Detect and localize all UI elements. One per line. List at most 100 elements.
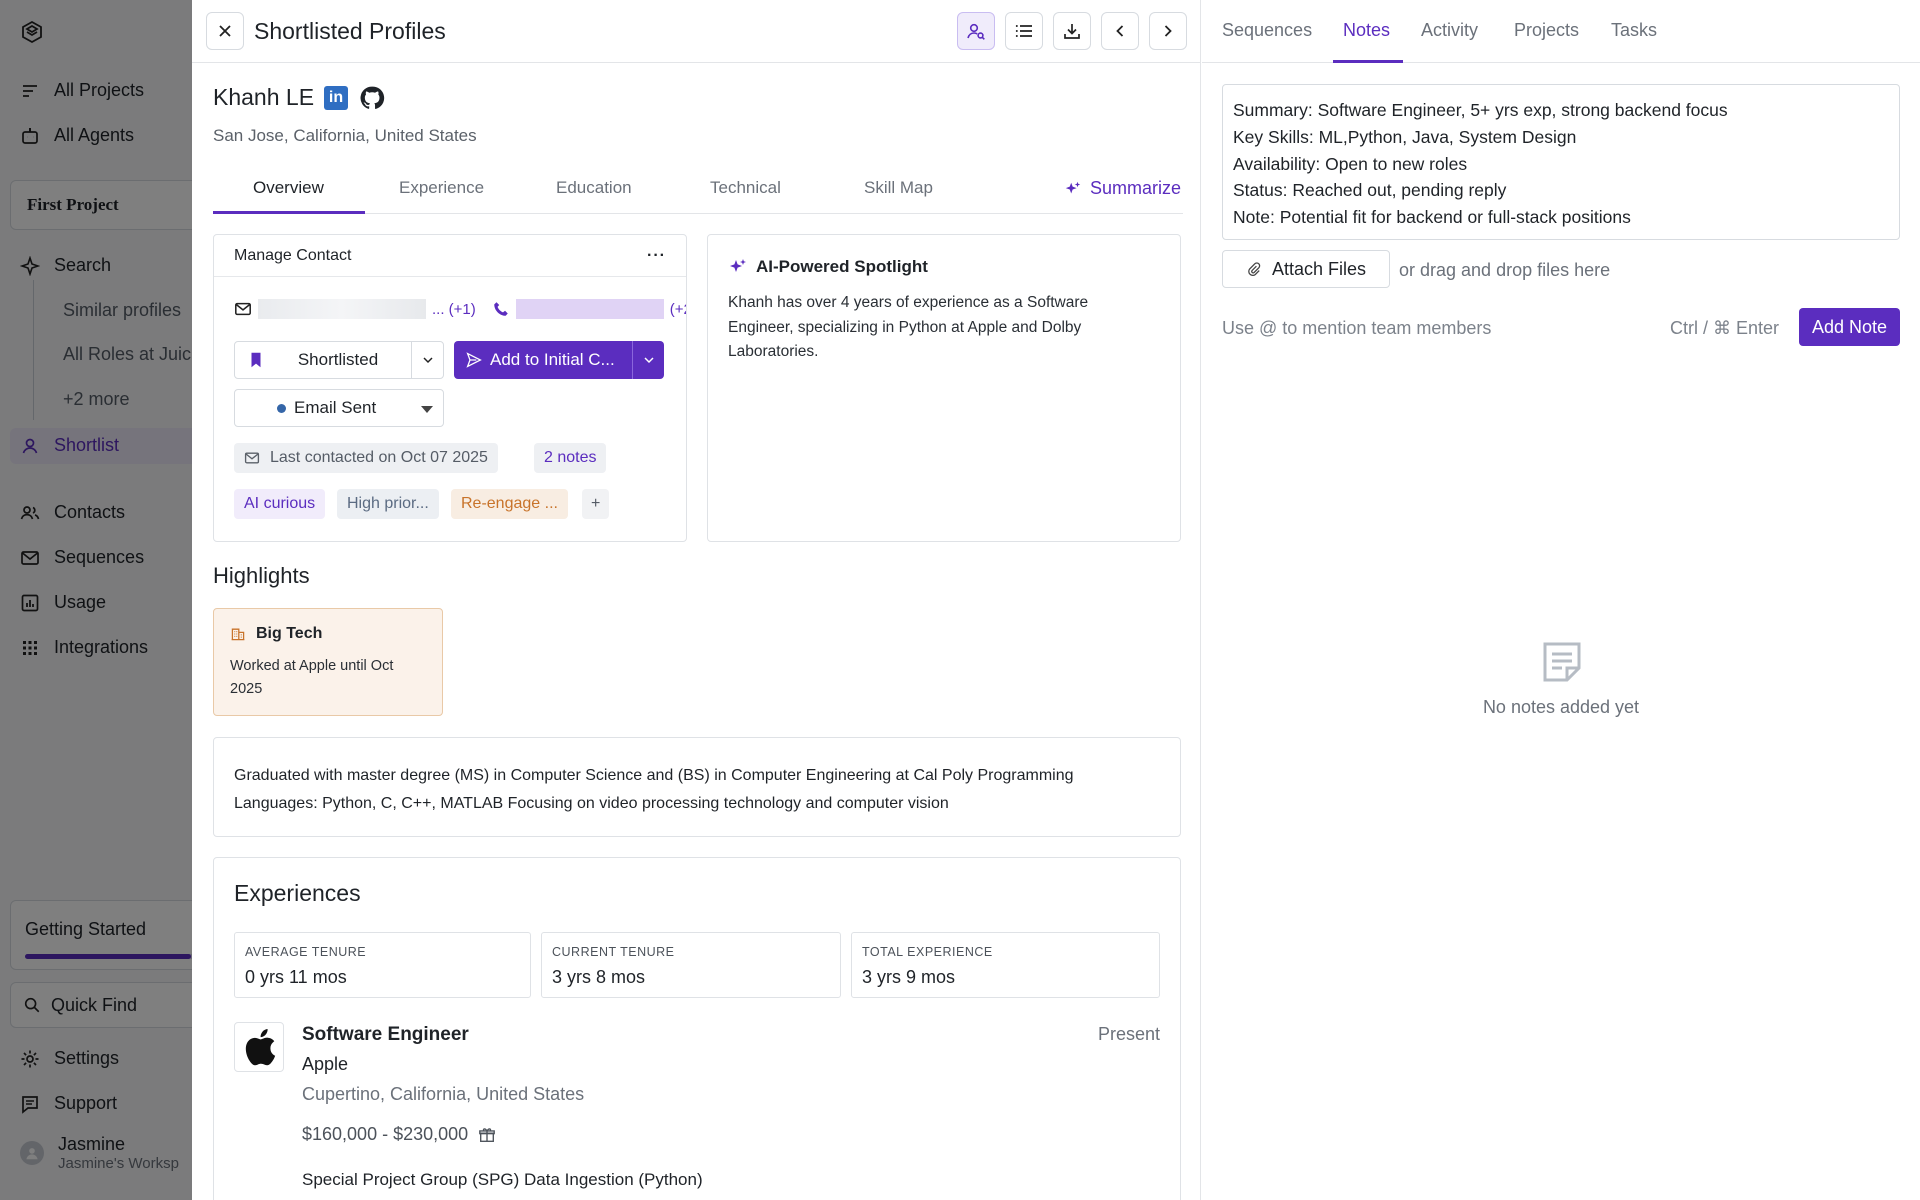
attach-files-button[interactable]: Attach Files [1222, 250, 1390, 288]
email-status-select[interactable]: Email Sent [234, 389, 444, 427]
candidate-location: San Jose, California, United States [213, 126, 477, 145]
download-button[interactable] [1053, 12, 1091, 50]
tab-education[interactable]: Education [556, 178, 632, 198]
linkedin-icon[interactable]: in [324, 86, 348, 110]
highlight-card-text: Worked at Apple until Oct 2025 [230, 658, 394, 697]
chevron-down-icon[interactable] [411, 342, 443, 378]
add-to-sequence-main[interactable]: Add to Initial C... [454, 350, 632, 370]
shortlist-status-label: Shortlisted [297, 350, 379, 369]
note-line: Status: Reached out, pending reply [1233, 180, 1507, 201]
active-tab-indicator [1333, 60, 1403, 63]
experiences-card: Experiences AVERAGE TENURE 0 yrs 11 mos … [213, 857, 1181, 1200]
stat-value: 0 yrs 11 mos [245, 967, 347, 987]
email-status-label: Email Sent [294, 398, 377, 417]
stat-value: 3 yrs 9 mos [862, 967, 956, 987]
add-note-button[interactable]: Add Note [1799, 308, 1900, 346]
profile-tabs: Overview Experience Education Technical … [213, 170, 1183, 214]
mention-input[interactable]: Use @ to mention team members [1222, 318, 1491, 339]
gift-icon [479, 1127, 496, 1142]
phone-icon [494, 302, 508, 316]
building-icon [231, 628, 245, 641]
job-project: Special Project Group (SPG) Data Ingesti… [302, 1170, 703, 1189]
note-line: Availability: Open to new roles [1233, 153, 1468, 174]
add-to-sequence-button[interactable]: Add to Initial C... [454, 341, 664, 379]
note-textarea[interactable]: Summary: Software Engineer, 5+ yrs exp, … [1222, 84, 1900, 240]
manage-contact-header: Manage Contact ··· [214, 235, 686, 277]
empty-state-text: No notes added yet [1482, 697, 1640, 717]
stat-current-tenure: CURRENT TENURE 3 yrs 8 mos [541, 932, 841, 998]
tab-experience[interactable]: Experience [399, 178, 484, 198]
tab-notes[interactable]: Notes [1343, 20, 1390, 41]
education-summary: Graduated with master degree (MS) in Com… [213, 737, 1181, 837]
notes-count-link[interactable]: 2 notes [534, 443, 607, 473]
person-search-icon [967, 23, 985, 40]
tab-sequences[interactable]: Sequences [1222, 20, 1312, 41]
shortlist-status-dropdown[interactable]: Shortlisted [234, 341, 444, 379]
add-tag-button[interactable]: + [582, 489, 610, 519]
notes-panel: Sequences Notes Activity Projects Tasks … [1202, 0, 1920, 1200]
profile-view-button[interactable] [957, 12, 995, 50]
keyboard-shortcut-hint: Ctrl / ⌘ Enter [1670, 318, 1780, 338]
tag-high-priority[interactable]: High prior... [337, 489, 439, 519]
more-options-icon[interactable]: ··· [647, 247, 666, 265]
job-title: Software Engineer [302, 1024, 469, 1045]
list-view-button[interactable] [1005, 12, 1043, 50]
email-extra-count[interactable]: ... (+1) [432, 301, 476, 318]
phone-extra-count[interactable]: (+2 [670, 301, 686, 318]
email-masked[interactable] [258, 299, 426, 319]
last-contacted-text: Last contacted on Oct 07 2025 [270, 449, 488, 466]
stat-label: TOTAL EXPERIENCE [862, 945, 993, 959]
note-line: Summary: Software Engineer, 5+ yrs exp, … [1233, 100, 1728, 120]
phone-masked[interactable] [515, 299, 664, 319]
highlights-heading: Highlights [213, 563, 310, 588]
chevron-down-icon[interactable] [632, 341, 664, 379]
page-title: Shortlisted Profiles [254, 18, 446, 44]
chevron-left-icon [1116, 25, 1124, 37]
note-line: Note: Potential fit for backend or full-… [1233, 207, 1631, 228]
spotlight-header: AI-Powered Spotlight [728, 257, 928, 277]
stat-value: 3 yrs 8 mos [552, 967, 646, 987]
tag-re-engage[interactable]: Re-engage ... [451, 489, 568, 519]
app: All Projects All Agents First Project Se… [0, 0, 1920, 1200]
right-panel-tabs: Sequences Notes Activity Projects Tasks [1202, 0, 1920, 63]
job-salary: $160,000 - $230,000 [302, 1124, 496, 1145]
job-company[interactable]: Apple [302, 1054, 348, 1075]
active-tab-indicator [213, 211, 365, 214]
tab-tasks[interactable]: Tasks [1611, 20, 1657, 41]
tab-technical[interactable]: Technical [710, 178, 781, 198]
note-line: Key Skills: ML,Python, Java, System Desi… [1233, 126, 1577, 147]
close-button[interactable] [206, 12, 244, 50]
previous-profile-button[interactable] [1101, 12, 1139, 50]
summarize-button[interactable]: Summarize [1064, 178, 1181, 199]
tab-overview[interactable]: Overview [253, 178, 324, 198]
next-profile-button[interactable] [1149, 12, 1187, 50]
sparkle-icon [1065, 181, 1081, 193]
tag-ai-curious[interactable]: AI curious [234, 489, 326, 519]
experiences-heading: Experiences [234, 880, 361, 906]
github-icon[interactable] [359, 85, 385, 111]
spotlight-text: Khanh has over 4 years of experience as … [728, 294, 1089, 360]
stat-label: AVERAGE TENURE [245, 945, 367, 959]
add-to-sequence-label: Add to Initial C... [490, 350, 615, 369]
ai-spotlight-card: AI-Powered Spotlight Khanh has over 4 ye… [707, 234, 1181, 542]
modal-backdrop[interactable] [0, 0, 192, 1200]
summarize-label: Summarize [1089, 178, 1181, 198]
job-location: Cupertino, California, United States [302, 1084, 585, 1104]
drag-drop-hint: or drag and drop files here [1399, 260, 1611, 280]
bookmark-icon [251, 352, 261, 368]
spotlight-title: AI-Powered Spotlight [756, 257, 928, 276]
tab-skill-map[interactable]: Skill Map [864, 178, 933, 198]
panel-header: Shortlisted Profiles [192, 0, 1201, 63]
manage-contact-title: Manage Contact [234, 246, 352, 264]
tab-activity[interactable]: Activity [1421, 20, 1478, 41]
mail-icon [244, 452, 260, 464]
tab-projects[interactable]: Projects [1514, 20, 1579, 41]
manage-contact-card: Manage Contact ··· ... (+1) (+2 Shortlis… [213, 234, 687, 542]
paperclip-icon [1248, 262, 1261, 276]
salary-range: $160,000 - $230,000 [302, 1124, 469, 1144]
profile-panel: Shortlisted Profiles Khanh LE in San Jos… [192, 0, 1201, 1200]
company-logo [234, 1022, 284, 1072]
send-icon [466, 352, 482, 368]
download-icon [1064, 24, 1080, 39]
stat-total-experience: TOTAL EXPERIENCE 3 yrs 9 mos [851, 932, 1160, 998]
